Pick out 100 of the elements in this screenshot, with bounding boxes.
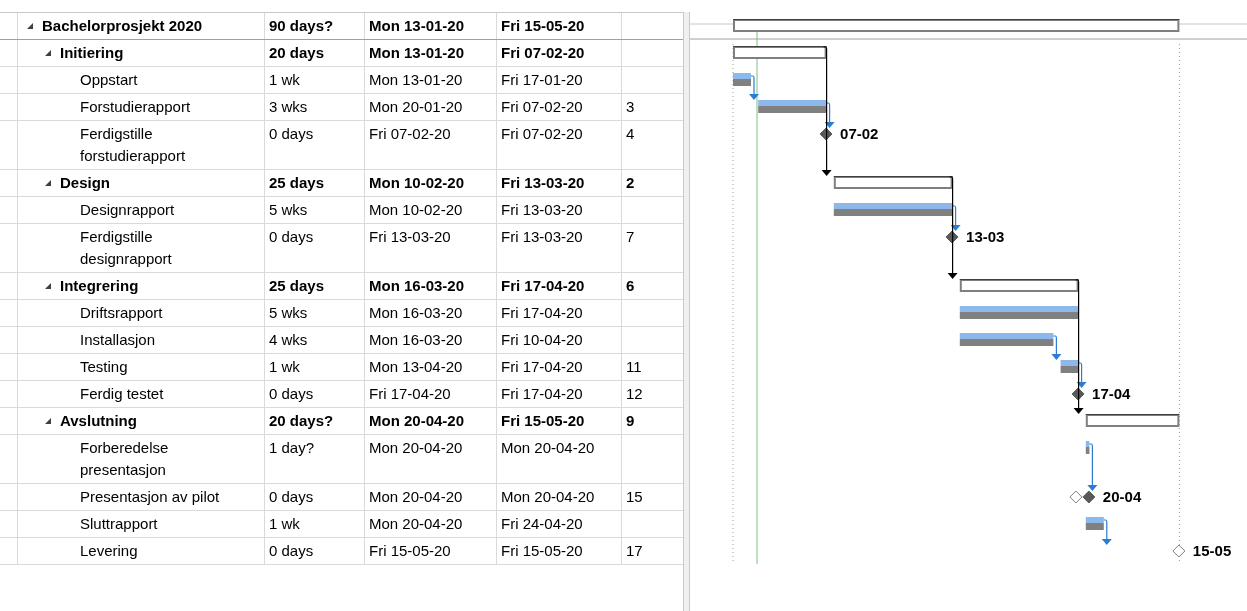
start-date-cell: Mon 13-01-20 [365, 40, 497, 66]
duration-cell: 90 days? [265, 13, 365, 39]
finish-date-cell: Fri 15-05-20 [497, 538, 622, 564]
collapse-toggle-icon[interactable] [44, 49, 52, 57]
finish-date-cell: Mon 20-04-20 [497, 435, 622, 483]
task-name: Initiering [60, 43, 124, 63]
task-name: Forberedelse presentasjon [80, 438, 170, 480]
predecessor-cell-text: 9 [625, 411, 636, 431]
duration-cell: 1 wk [265, 354, 365, 380]
duration-cell: 0 days [265, 484, 365, 510]
milestone-date: 20-04 [1102, 488, 1142, 505]
predecessor-cell-text: 2 [625, 173, 636, 193]
milestone-icon[interactable] [1082, 490, 1096, 504]
predecessor-cell-text: 3 [625, 97, 636, 117]
start-date-cell: Fri 15-05-20 [365, 538, 497, 564]
start-date-cell: Mon 16-03-20 [365, 327, 497, 353]
duration-cell: 4 wks [265, 327, 365, 353]
duration-cell: 25 days [265, 170, 365, 196]
predecessor-cell-text: 17 [625, 541, 644, 561]
finish-date-cell: Fri 17-04-20 [497, 273, 622, 299]
milestone-icon[interactable] [945, 230, 959, 244]
duration-cell: 0 days [265, 224, 365, 272]
task-name: Levering [80, 541, 138, 561]
task-bar[interactable] [1060, 360, 1079, 373]
finish-date-cell: Fri 24-04-20 [497, 511, 622, 537]
finish-date-cell: Fri 07-02-20 [497, 121, 622, 169]
start-date-cell: Mon 13-04-20 [365, 354, 497, 380]
milestone-icon[interactable] [1071, 387, 1085, 401]
duration-cell: 1 wk [265, 511, 365, 537]
predecessor-cell-text: 6 [625, 276, 636, 296]
summary-bar[interactable] [732, 46, 828, 59]
milestone-icon[interactable] [819, 127, 833, 141]
duration-cell: 0 days [265, 121, 365, 169]
start-date-cell: Mon 10-02-20 [365, 197, 497, 223]
task-name: Presentasjon av pilot [80, 487, 220, 507]
duration-cell: 0 days [265, 381, 365, 407]
finish-date-cell: Fri 13-03-20 [497, 224, 622, 272]
task-name: Oppstart [80, 70, 138, 90]
task-name: Ferdigstille forstudierapport [80, 124, 187, 166]
dependency-arrow [749, 75, 759, 100]
finish-date-cell: Fri 10-04-20 [497, 327, 622, 353]
task-name: Forstudierapport [80, 97, 191, 117]
start-date-cell: Mon 13-01-20 [365, 13, 497, 39]
summary-bar[interactable] [1085, 414, 1180, 427]
collapse-toggle-icon[interactable] [26, 22, 34, 30]
predecessor-cell-text: 11 [625, 357, 643, 377]
predecessor-cell-text: 12 [625, 384, 644, 404]
finish-date-cell: Mon 20-04-20 [497, 484, 622, 510]
collapse-toggle-icon[interactable] [44, 179, 52, 187]
collapse-toggle-icon[interactable] [44, 417, 52, 425]
finish-date-cell: Fri 13-03-20 [497, 170, 622, 196]
task-name: Ferdigstille designrapport [80, 227, 173, 269]
duration-cell: 5 wks [265, 197, 365, 223]
collapse-toggle-icon[interactable] [44, 282, 52, 290]
task-name: Sluttrapport [80, 514, 158, 534]
finish-date-cell: Fri 17-04-20 [497, 381, 622, 407]
start-date-cell: Mon 13-01-20 [365, 67, 497, 93]
task-name: Installasjon [80, 330, 156, 350]
summary-bar[interactable] [732, 19, 1180, 32]
start-date-cell: Mon 20-04-20 [365, 484, 497, 510]
duration-cell: 5 wks [265, 300, 365, 326]
start-date-cell: Mon 16-03-20 [365, 300, 497, 326]
task-name: Bachelorprosjekt 2020 [42, 16, 203, 36]
predecessor-cell-text: 7 [625, 227, 636, 247]
duration-cell: 20 days? [265, 408, 365, 434]
duration-cell: 25 days [265, 273, 365, 299]
start-date-cell: Mon 20-04-20 [365, 511, 497, 537]
dependency-arrow [1051, 335, 1062, 360]
task-name: Designrapport [80, 200, 175, 220]
start-date-cell: Fri 17-04-20 [365, 381, 497, 407]
duration-cell: 20 days [265, 40, 365, 66]
summary-bar[interactable] [833, 176, 954, 189]
finish-date-cell: Fri 15-05-20 [497, 408, 622, 434]
duration-cell: 1 wk [265, 67, 365, 93]
start-date-cell: Mon 10-02-20 [365, 170, 497, 196]
finish-date-cell: Fri 17-04-20 [497, 354, 622, 380]
task-name: Driftsrapport [80, 303, 163, 323]
start-date-cell: Mon 20-04-20 [365, 408, 497, 434]
finish-date-cell: Fri 15-05-20 [497, 13, 622, 39]
start-date-cell: Fri 13-03-20 [365, 224, 497, 272]
duration-cell: 1 day? [265, 435, 365, 483]
dependency-arrow [1101, 519, 1112, 545]
milestone-date: 15-05 [1192, 542, 1232, 559]
task-name: Avslutning [60, 411, 137, 431]
start-date-cell: Mon 20-04-20 [365, 435, 497, 483]
summary-bar[interactable] [959, 279, 1080, 292]
finish-date-cell: Fri 13-03-20 [497, 197, 622, 223]
finish-date-cell: Fri 17-01-20 [497, 67, 622, 93]
task-name: Design [60, 173, 110, 193]
predecessor-cell-text: 15 [625, 487, 644, 507]
start-date-cell: Mon 20-01-20 [365, 94, 497, 120]
milestone-date: 17-04 [1092, 385, 1131, 402]
milestone-date: 13-03 [966, 228, 1005, 245]
duration-cell: 0 days [265, 538, 365, 564]
dependency-arrow [1087, 443, 1098, 491]
start-date-cell: Fri 07-02-20 [365, 121, 497, 169]
predecessor-cell-text: 4 [625, 124, 636, 144]
milestone-date: 07-02 [840, 125, 879, 142]
finish-date-cell: Fri 07-02-20 [497, 40, 622, 66]
task-name: Ferdig testet [80, 384, 164, 404]
